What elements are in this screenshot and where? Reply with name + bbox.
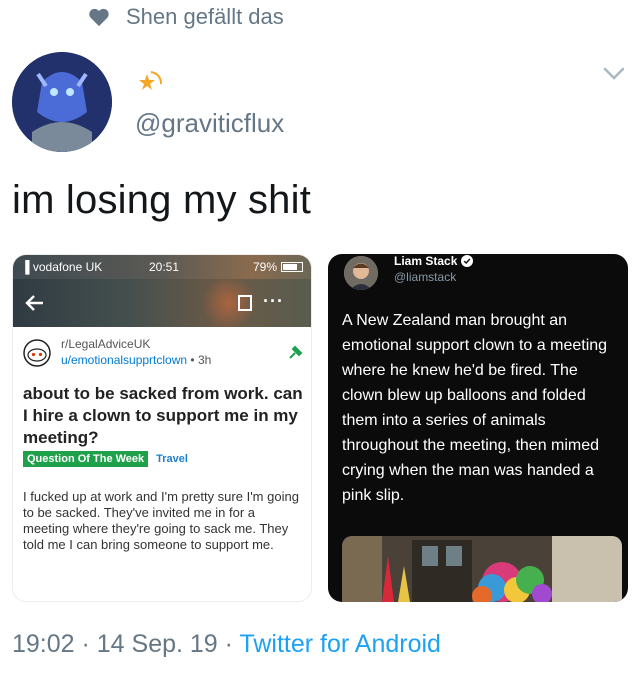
bookmark-icon xyxy=(238,295,252,311)
social-context-text: Shen gefällt das xyxy=(126,4,284,29)
tweet-timestamp[interactable]: 19:02 · 14 Sep. 19 · xyxy=(12,630,239,658)
battery-percent: 79% xyxy=(252,260,277,274)
liam-stack-handle: @liamstack xyxy=(394,270,457,284)
battery-status: 79% xyxy=(253,260,303,274)
tweet-meta: 19:02 · 14 Sep. 19 · Twitter for Android xyxy=(12,630,441,659)
reddit-screenshot[interactable]: ▐ vodafone UK 20:51 79% ··· r/LegalAdvic… xyxy=(12,254,312,602)
status-time: 20:51 xyxy=(149,260,180,274)
author-handle[interactable]: @graviticflux xyxy=(135,108,284,139)
subreddit-name: r/LegalAdviceUK xyxy=(61,337,151,351)
post-body: I fucked up at work and I'm pretty sure … xyxy=(23,489,299,552)
tweet-text: im losing my shit xyxy=(12,178,312,222)
post-title: about to be sacked from work. can I hire… xyxy=(23,384,303,447)
post-header: r/LegalAdviceUK u/emotionalsupprtclown •… xyxy=(23,335,303,371)
twitter-screenshot[interactable]: Liam Stack @liamstack A New Zealand man … xyxy=(328,254,628,602)
battery-icon xyxy=(281,262,303,272)
chevron-down-icon[interactable] xyxy=(602,66,626,82)
carrier-label: vodafone UK xyxy=(32,260,103,274)
post-author-line: u/emotionalsupprtclown • 3h xyxy=(61,353,211,367)
liam-stack-avatar xyxy=(344,256,378,290)
post-flairs: Question Of The Week Travel xyxy=(23,451,188,467)
post-dot: • xyxy=(190,353,198,367)
more-icon: ··· xyxy=(263,291,284,311)
signal-icon: ▐ xyxy=(21,260,30,274)
tweet-source-link[interactable]: Twitter for Android xyxy=(239,630,440,658)
post-username: u/emotionalsupprtclown xyxy=(61,353,188,367)
author-avatar[interactable] xyxy=(12,52,112,152)
reddit-app-bar: ··· xyxy=(13,279,311,327)
liam-stack-name: Liam Stack xyxy=(394,254,474,268)
phone-status-bar: ▐ vodafone UK 20:51 79% xyxy=(13,255,311,279)
star-emoji-icon[interactable] xyxy=(135,66,165,96)
liam-stack-name-text: Liam Stack xyxy=(394,254,458,268)
subreddit-icon xyxy=(23,339,51,367)
liam-stack-tweet-text: A New Zealand man brought an emotional s… xyxy=(342,312,608,504)
flair-question-of-the-week: Question Of The Week xyxy=(23,451,149,467)
clown-balloon-photo xyxy=(342,536,622,602)
flair-travel: Travel xyxy=(156,453,188,465)
pin-icon xyxy=(289,345,303,359)
heart-icon xyxy=(89,8,109,27)
post-age: 3h xyxy=(197,353,212,367)
back-arrow-icon xyxy=(25,295,43,311)
verified-badge-icon xyxy=(461,255,474,267)
tweet-media[interactable]: ▐ vodafone UK 20:51 79% ··· r/LegalAdvic… xyxy=(12,254,628,602)
social-context: Shen gefällt das xyxy=(88,2,284,32)
